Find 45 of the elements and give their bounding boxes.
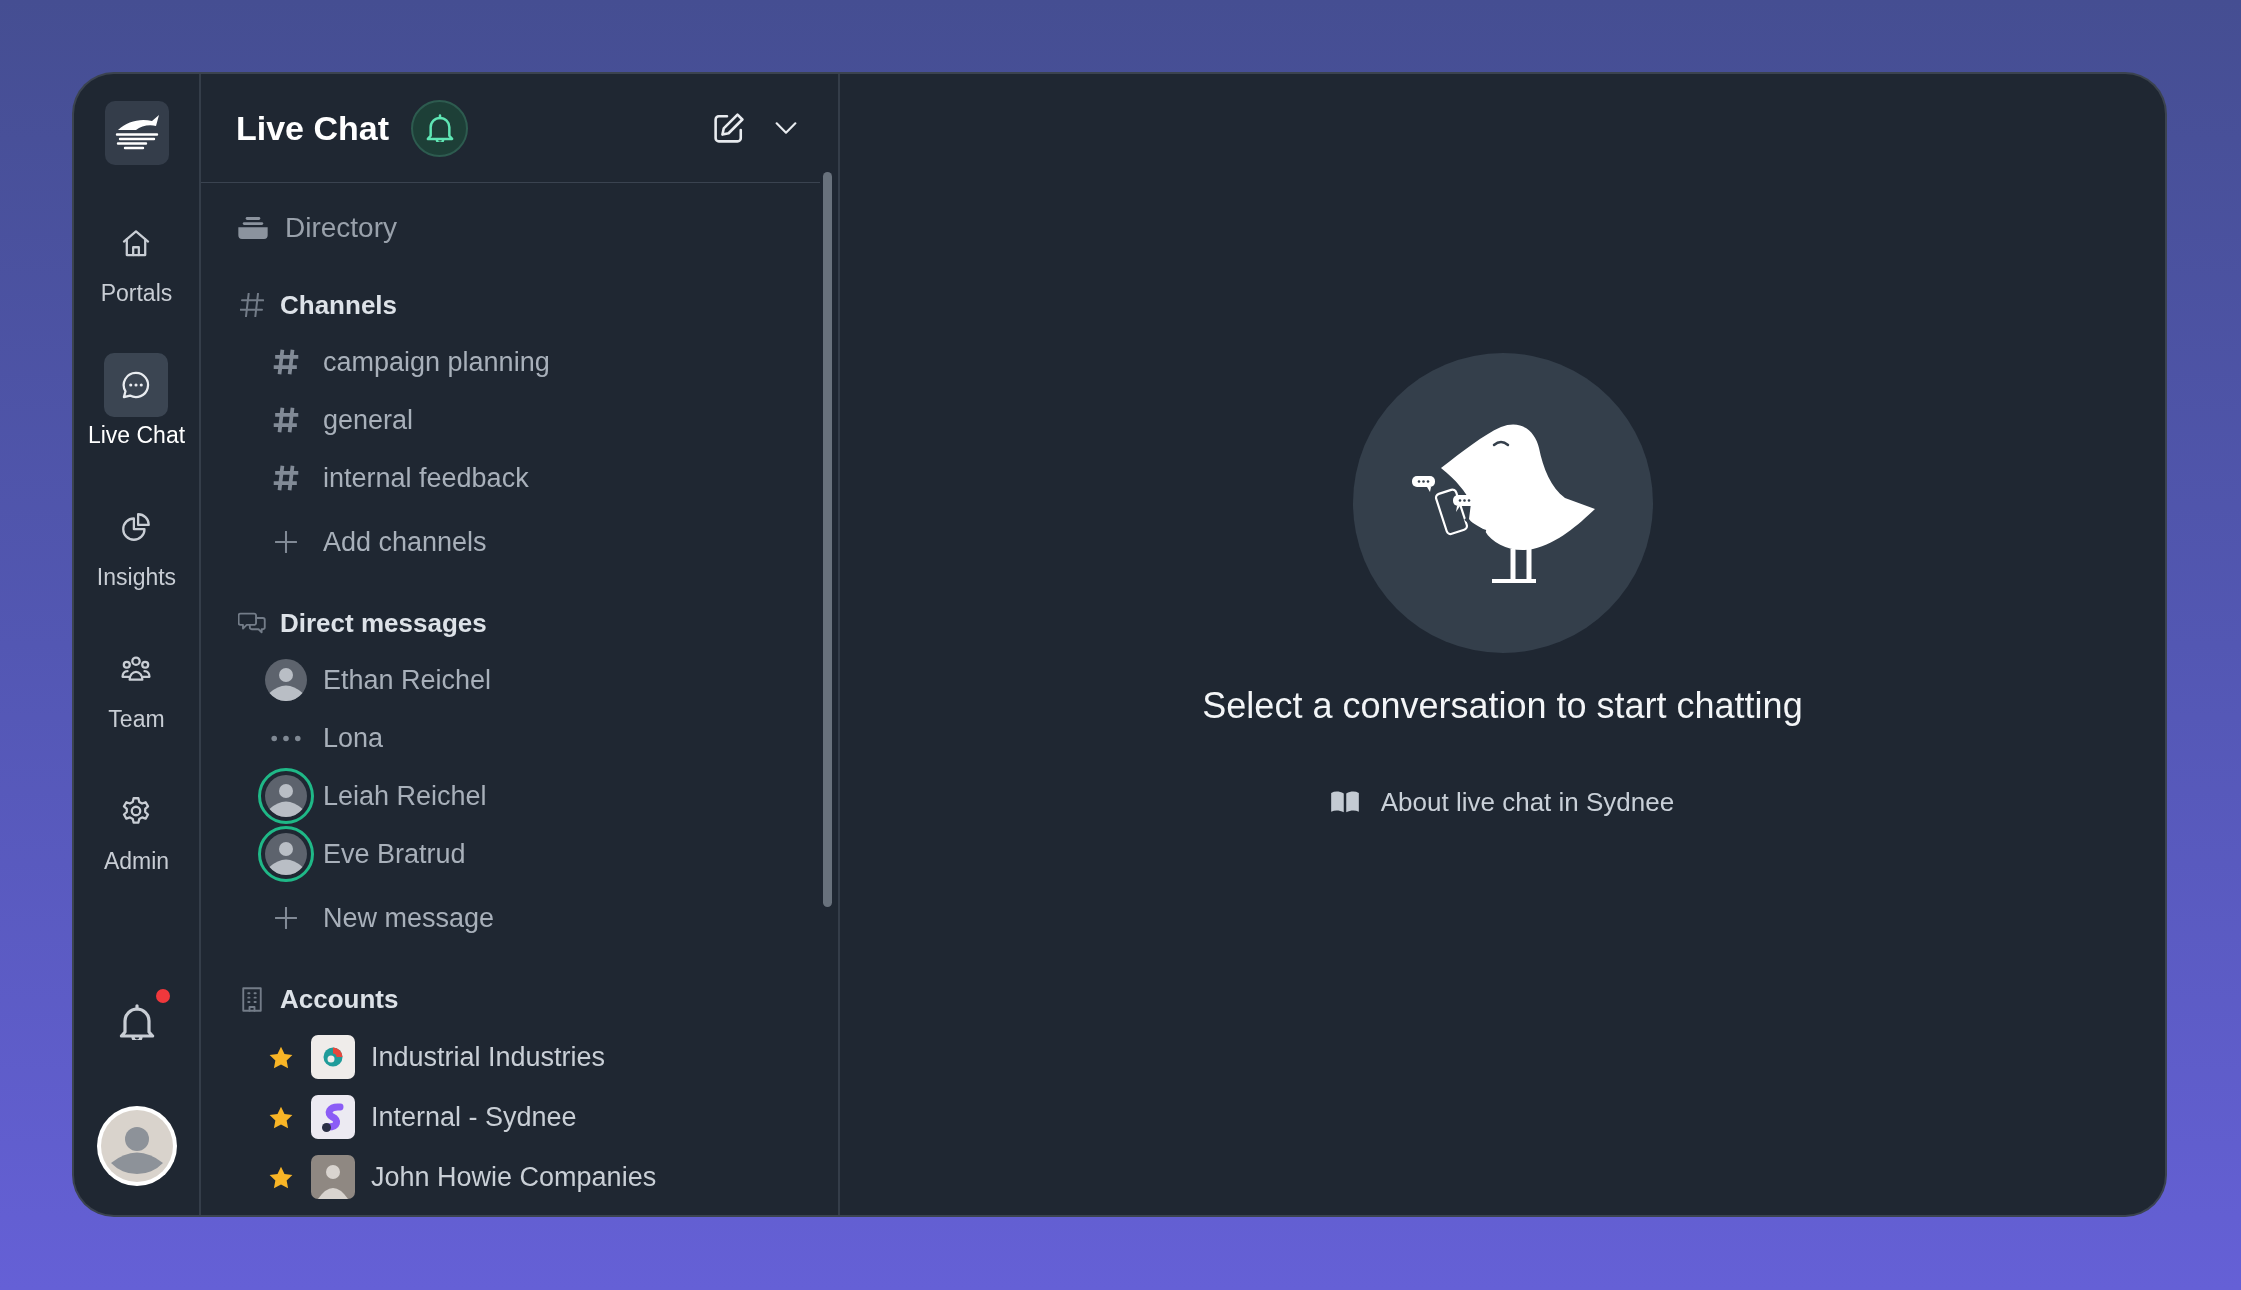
- contact-item[interactable]: Eve Bratrud: [238, 825, 466, 883]
- hash-icon: [273, 465, 299, 491]
- add-button[interactable]: Add channels: [238, 513, 487, 571]
- plus-icon: [275, 531, 297, 553]
- building-icon: [242, 986, 262, 1012]
- bell-icon[interactable]: [118, 1004, 155, 1040]
- chat-bubble-icon: [104, 353, 169, 417]
- hash-icon: [240, 293, 264, 317]
- nav-item[interactable]: Admin: [103, 779, 170, 875]
- company-logo-icon: [311, 1095, 355, 1139]
- scrollbar[interactable]: [823, 172, 832, 907]
- photo-placeholder: [311, 1155, 355, 1199]
- edit-icon[interactable]: [714, 113, 744, 143]
- plus-icon: [275, 907, 297, 929]
- sidebar-title: Live Chat: [236, 108, 390, 148]
- book-icon: [1330, 791, 1359, 813]
- nav-item[interactable]: Portals: [100, 211, 173, 307]
- hash-icon: [273, 349, 299, 375]
- chat-bubbles-icon: [238, 612, 266, 634]
- contact-item[interactable]: Lona: [238, 709, 384, 767]
- bell-icon: [425, 114, 454, 142]
- empty-state-heading: Select a conversation to start chatting: [1202, 684, 1803, 728]
- hash-icon: [273, 407, 299, 433]
- contact-item[interactable]: Leiah Reichel: [238, 767, 487, 825]
- account-item[interactable]: Internal - Sydnee: [238, 1087, 577, 1147]
- directory-item[interactable]: Directory: [238, 203, 820, 253]
- nav-item[interactable]: Insights: [96, 495, 177, 591]
- tray-icon: [238, 217, 268, 239]
- chevron-down-icon[interactable]: [775, 122, 797, 134]
- section-header[interactable]: Direct messages: [238, 601, 487, 645]
- channel-item[interactable]: general: [238, 391, 414, 449]
- section-header[interactable]: Accounts: [238, 977, 399, 1021]
- channel-item[interactable]: internal feedback: [238, 449, 529, 507]
- help-link[interactable]: About live chat in Sydnee: [1330, 784, 1675, 820]
- nav-item[interactable]: Team: [104, 637, 169, 733]
- channel-item[interactable]: campaign planning: [238, 333, 550, 391]
- user-avatar[interactable]: [96, 1106, 177, 1186]
- account-item[interactable]: Industrial Industries: [238, 1027, 606, 1087]
- swoosh-logo-icon: [104, 101, 169, 165]
- contact-item[interactable]: Ethan Reichel: [238, 651, 492, 709]
- nav-item[interactable]: Live Chat: [87, 353, 186, 449]
- add-button[interactable]: New message: [238, 889, 495, 947]
- company-logo-icon: [311, 1035, 355, 1079]
- account-item[interactable]: John Howie Companies: [238, 1147, 657, 1207]
- section-header[interactable]: Channels: [238, 283, 398, 327]
